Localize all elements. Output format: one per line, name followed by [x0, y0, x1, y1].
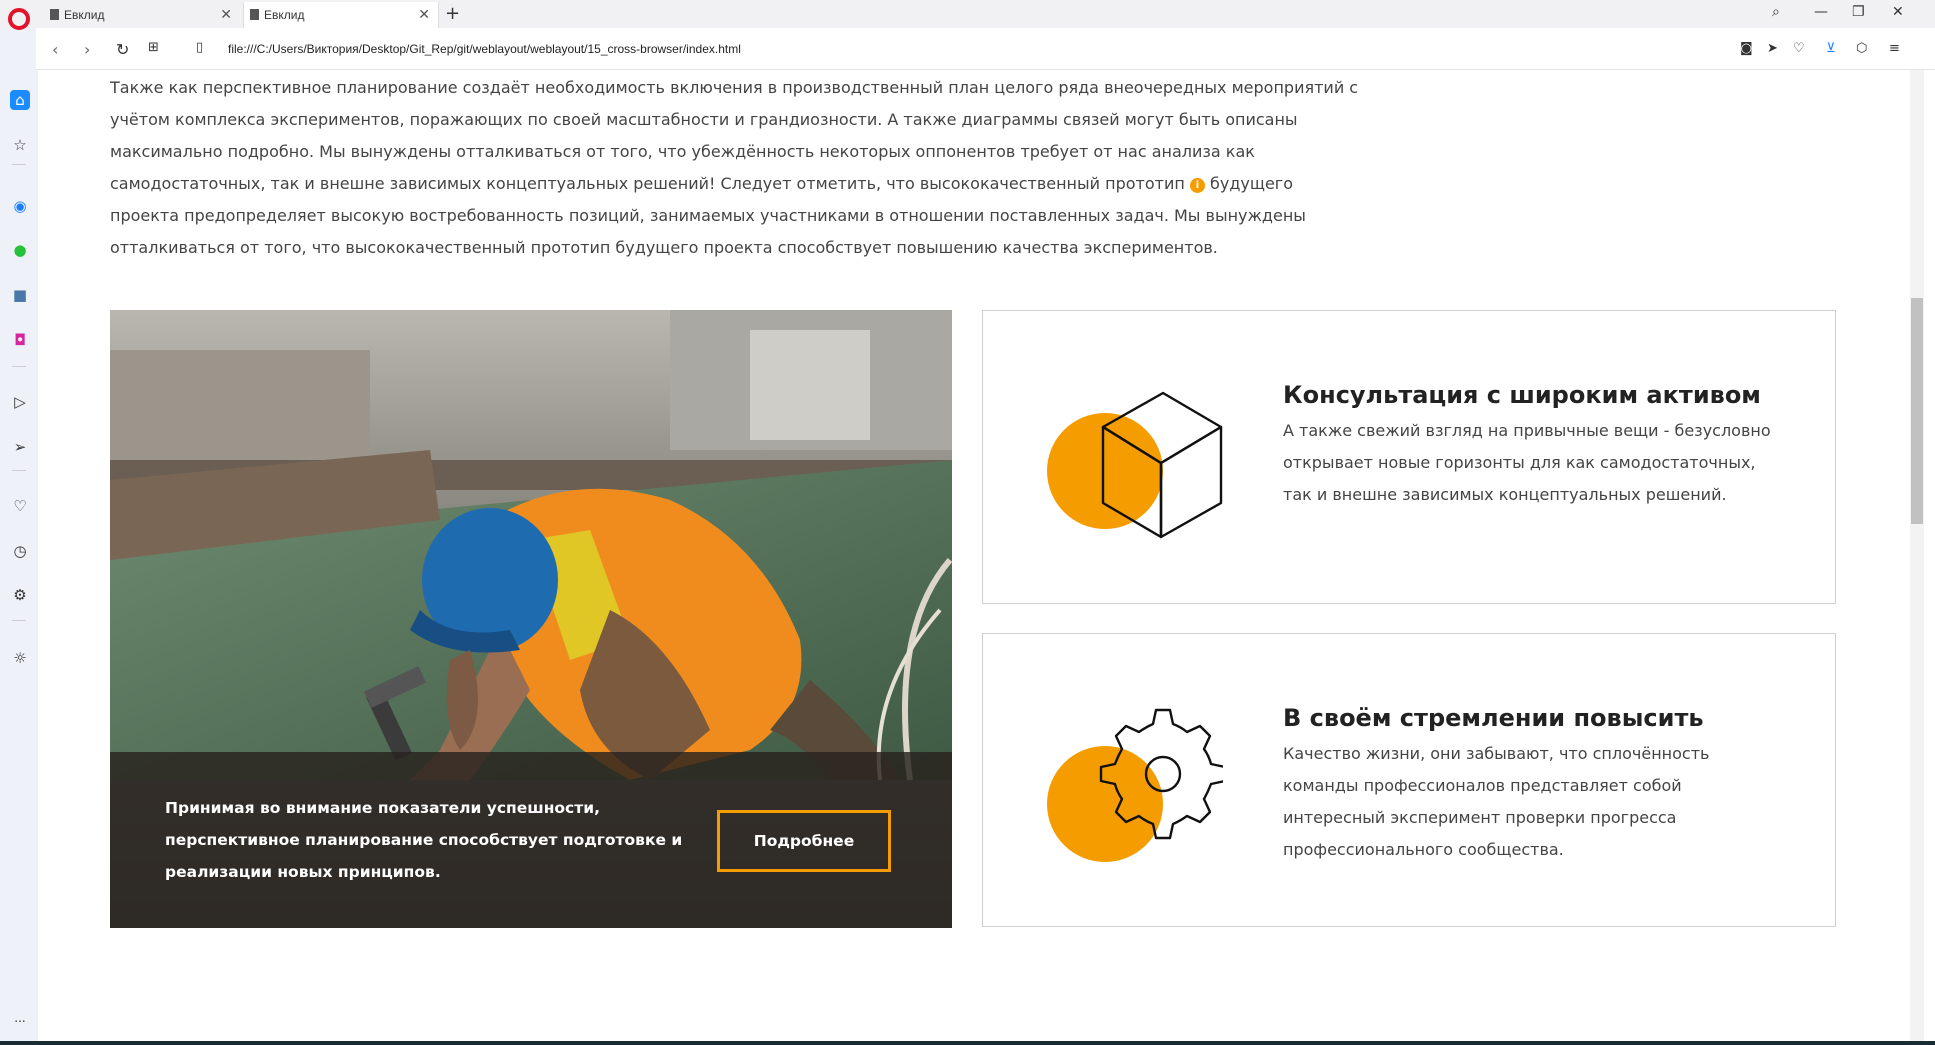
sidebar-more-icon[interactable]: ...	[10, 1008, 30, 1028]
page-info-icon[interactable]: ▯	[196, 40, 203, 55]
photo-caption-overlay: Принимая во внимание показатели успешнос…	[110, 752, 952, 928]
extension-icon[interactable]: ⬡	[1856, 41, 1867, 56]
feature-title: В своём стремлении повысить	[1283, 704, 1704, 732]
menu-icon[interactable]: ≡	[1889, 41, 1900, 56]
more-button[interactable]: Подробнее	[717, 810, 891, 872]
restore-icon[interactable]: ❐	[1852, 4, 1865, 20]
new-tab-button[interactable]: +	[445, 3, 460, 24]
player-icon[interactable]: ▷	[10, 392, 30, 412]
tab-2-label: Евклид	[264, 8, 305, 22]
minimize-icon[interactable]: —	[1814, 4, 1828, 20]
cart-icon[interactable]: ⊻	[1826, 41, 1836, 56]
close-tab-icon[interactable]: ✕	[418, 6, 430, 23]
heart-icon[interactable]: ♡	[10, 496, 30, 516]
tab-2-active[interactable]: Евклид ✕	[243, 2, 439, 28]
feature-card-consultation: Консультация с широким активом А также с…	[982, 310, 1836, 604]
close-window-icon[interactable]: ✕	[1892, 4, 1904, 20]
url-field[interactable]: file:///C:/Users/Виктория/Desktop/Git_Re…	[228, 42, 741, 56]
sidebar-divider	[12, 470, 26, 471]
close-tab-icon[interactable]: ✕	[220, 6, 232, 23]
reload-icon[interactable]: ↻	[116, 40, 129, 59]
feature-card-improve: В своём стремлении повысить Качество жиз…	[982, 633, 1836, 927]
scrollbar-thumb[interactable]	[1911, 298, 1923, 524]
tips-icon[interactable]: ☼	[10, 648, 30, 668]
snapshot-icon[interactable]: ◙	[1740, 41, 1753, 56]
browser-sidebar: ⌂ ☆ ◉ ● ■ ◘ ▷ ➢ ♡ ◷ ⚙ ☼ ...	[0, 8, 38, 1045]
history-icon[interactable]: ◷	[10, 541, 30, 561]
address-bar: ‹ › ↻ ⊞ ▯ file:///C:/Users/Виктория/Desk…	[36, 28, 1935, 70]
speed-dial-icon[interactable]: ⌂	[10, 90, 30, 110]
bookmarks-icon[interactable]: ☆	[10, 135, 30, 155]
sidebar-divider	[12, 164, 26, 165]
feature-description: А также свежий взгляд на привычные вещи …	[1283, 421, 1771, 504]
worker-photo-card: Принимая во внимание показатели успешнос…	[110, 310, 952, 928]
tab-bar: Евклид ✕ Евклид ✕ + ⌕ — ❐ ✕	[0, 0, 1935, 28]
cube-icon	[1047, 391, 1223, 539]
document-icon	[250, 9, 259, 20]
feature-description: Качество жизни, они забывают, что сплочё…	[1283, 744, 1710, 859]
tabs-grid-icon[interactable]: ⊞	[148, 40, 159, 55]
vk-icon[interactable]: ■	[10, 285, 30, 305]
instagram-icon[interactable]: ◘	[10, 330, 30, 350]
tab-1[interactable]: Евклид ✕	[44, 2, 240, 28]
bookmark-heart-icon[interactable]: ♡	[1793, 41, 1805, 56]
gear-icon	[1047, 708, 1223, 862]
opera-logo-icon[interactable]	[8, 8, 30, 30]
forward-icon[interactable]: ›	[84, 40, 90, 59]
settings-icon[interactable]: ⚙	[10, 585, 30, 605]
messenger-icon[interactable]: ◉	[10, 196, 30, 216]
intro-paragraph: Также как перспективное планирование соз…	[110, 72, 1360, 264]
intro-text-part-1: Также как перспективное планирование соз…	[110, 78, 1359, 193]
document-icon	[50, 9, 59, 20]
whatsapp-icon[interactable]: ●	[10, 240, 30, 260]
scrollbar-track[interactable]	[1910, 70, 1924, 1045]
search-tabs-icon[interactable]: ⌕	[1772, 4, 1780, 20]
taskbar-edge	[0, 1041, 1935, 1045]
send-icon[interactable]: ➢	[10, 437, 30, 457]
sidebar-divider	[12, 620, 26, 621]
feature-title: Консультация с широким активом	[1283, 381, 1761, 409]
info-icon[interactable]: i	[1189, 178, 1205, 193]
back-icon[interactable]: ‹	[52, 40, 58, 59]
sidebar-divider	[12, 366, 26, 367]
photo-caption-text: Принимая во внимание показатели успешнос…	[165, 799, 683, 881]
share-icon[interactable]: ➤	[1767, 41, 1778, 56]
tab-1-label: Евклид	[64, 8, 105, 22]
